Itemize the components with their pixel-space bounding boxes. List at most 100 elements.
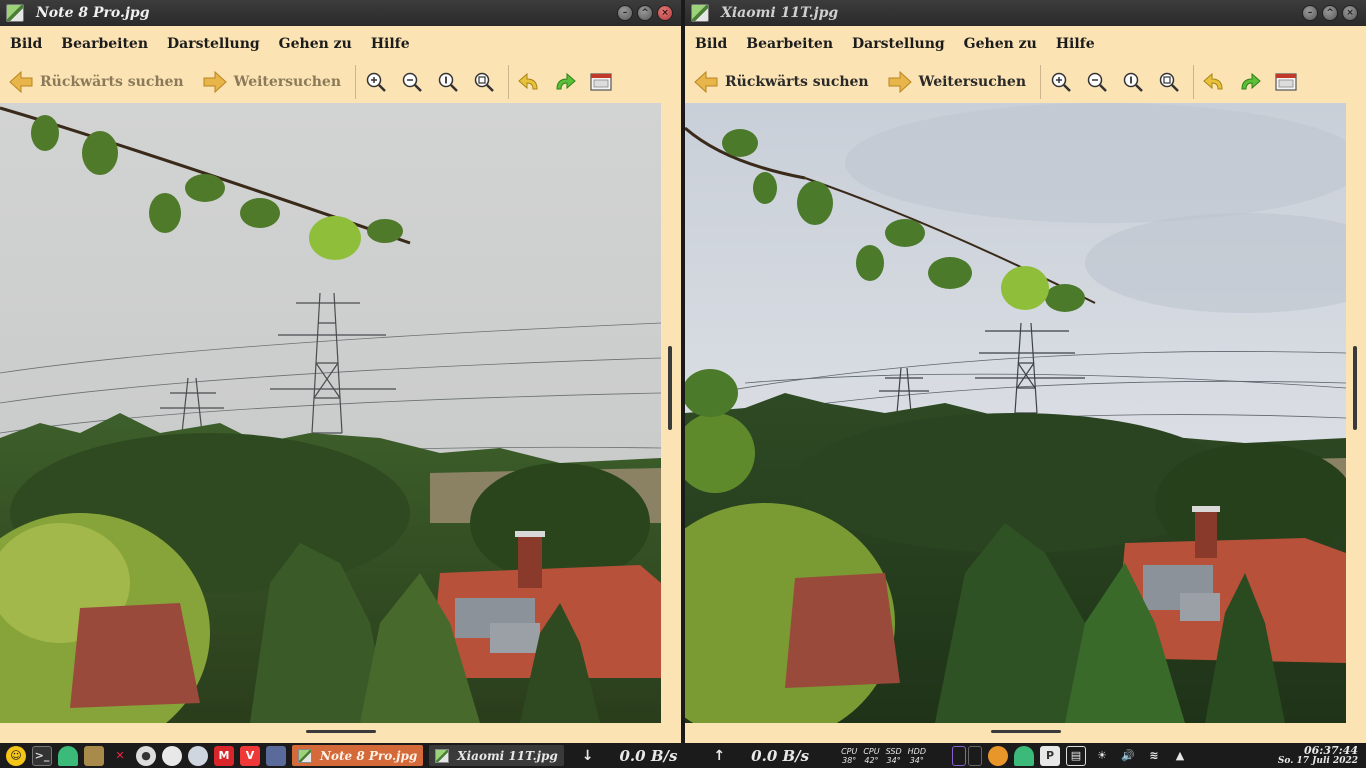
zoom-in-icon[interactable] [364, 70, 388, 94]
image-viewer-app-icon [435, 748, 450, 763]
find-next-label: Weitersuchen [233, 74, 342, 90]
find-previous-button[interactable]: Rückwärts suchen [8, 71, 184, 93]
ghost-icon[interactable] [58, 745, 78, 766]
pager-icon[interactable] [967, 745, 982, 766]
terminal-icon[interactable]: >_ [32, 745, 52, 766]
maximize-button[interactable]: ^ [637, 5, 653, 21]
image-canvas[interactable] [685, 103, 1346, 723]
wifi-icon[interactable]: ≋ [1144, 746, 1164, 766]
image-viewer-window-left: Note 8 Pro.jpg – ^ × Bild Bearbeiten Dar… [0, 0, 681, 743]
menu-hilfe[interactable]: Hilfe [1056, 36, 1095, 52]
image-viewer-app-icon[interactable] [691, 4, 709, 22]
arrow-left-icon [694, 71, 718, 93]
toolbar-separator [1040, 65, 1042, 99]
window-title: Note 8 Pro.jpg [36, 5, 150, 21]
clock[interactable]: 06:37:44 So. 17 Juli 2022 [1278, 745, 1358, 766]
find-previous-button[interactable]: Rückwärts suchen [693, 71, 869, 93]
minimize-button[interactable]: – [1302, 5, 1318, 21]
arrow-down-icon: ↓ [581, 747, 594, 764]
photo [685, 103, 1346, 723]
minimize-button[interactable]: – [617, 5, 633, 21]
image-viewer-window-right: Xiaomi 11T.jpg – ^ × Bild Bearbeiten Dar… [685, 0, 1366, 743]
arrow-left-icon [9, 71, 33, 93]
task-note8[interactable]: Note 8 Pro.jpg [292, 745, 424, 766]
arrow-right-icon [203, 71, 227, 93]
fullscreen-icon[interactable] [589, 70, 613, 94]
find-next-button[interactable]: Weitersuchen [887, 71, 1026, 93]
mail-icon[interactable]: M [214, 745, 234, 766]
zoom-in-icon[interactable] [1049, 70, 1073, 94]
menu-bearbeiten[interactable]: Bearbeiten [746, 36, 833, 52]
disc-icon[interactable]: ● [136, 745, 156, 766]
task-label: Xiaomi 11T.jpg [457, 748, 558, 763]
clock-date: So. 17 Juli 2022 [1277, 756, 1358, 766]
triangle-up-icon[interactable]: ▲ [1170, 746, 1190, 766]
menu-bild[interactable]: Bild [10, 36, 42, 52]
vertical-scrollbar[interactable] [1353, 346, 1357, 430]
sensor-cpu2: CPU 42° [863, 746, 880, 765]
battery-icon[interactable] [951, 745, 966, 766]
zoom-fit-icon[interactable] [472, 70, 496, 94]
sensor-hdd: HDD 34° [907, 746, 926, 765]
menu-hilfe[interactable]: Hilfe [371, 36, 410, 52]
toolbar: Rückwärts suchen Weitersuchen [0, 62, 681, 102]
steam-icon[interactable] [188, 745, 208, 766]
zoom-original-icon[interactable] [436, 70, 460, 94]
rotate-left-icon[interactable] [1202, 70, 1226, 94]
notes-icon[interactable]: ▤ [1065, 745, 1086, 766]
zoom-out-icon[interactable] [1085, 70, 1109, 94]
sensor-ssd: SSD 34° [885, 746, 902, 765]
net-down-monitor: ↓ 0.0 B/s [582, 747, 678, 765]
clipboard-icon[interactable]: P [1039, 745, 1060, 766]
maximize-button[interactable]: ^ [1322, 5, 1338, 21]
taskbar: ☺ >_ ✕ ● M V Note 8 Pro.jpg Xiaomi 11T.j… [0, 743, 1366, 768]
titlebar[interactable]: Note 8 Pro.jpg – ^ × [0, 0, 681, 26]
vertical-scrollbar[interactable] [668, 346, 672, 430]
menu-darstellung[interactable]: Darstellung [852, 36, 945, 52]
close-button[interactable]: × [1342, 5, 1358, 21]
menu-gehen-zu[interactable]: Gehen zu [279, 36, 352, 52]
ghost-tray-icon[interactable] [1013, 745, 1034, 766]
menubar: Bild Bearbeiten Darstellung Gehen zu Hil… [685, 26, 1366, 62]
image-canvas[interactable] [0, 103, 661, 723]
menu-bild[interactable]: Bild [695, 36, 727, 52]
rotate-right-icon[interactable] [553, 70, 577, 94]
zoom-fit-icon[interactable] [1157, 70, 1181, 94]
rotate-right-icon[interactable] [1238, 70, 1262, 94]
zoom-original-icon[interactable] [1121, 70, 1145, 94]
menu-bearbeiten[interactable]: Bearbeiten [61, 36, 148, 52]
image-viewer-app-icon[interactable] [6, 4, 24, 22]
archive-icon[interactable] [84, 745, 104, 766]
task-label: Note 8 Pro.jpg [320, 748, 418, 763]
brightness-icon[interactable]: ☀ [1092, 746, 1112, 766]
clock-time: 06:37:44 [1303, 744, 1358, 757]
menu-darstellung[interactable]: Darstellung [167, 36, 260, 52]
smiley-launcher-icon[interactable]: ☺ [6, 745, 26, 766]
cloud-icon[interactable] [162, 745, 182, 766]
volume-icon[interactable]: 🔊 [1118, 746, 1138, 766]
screenshot-icon[interactable] [266, 745, 286, 766]
toolbar-separator [508, 65, 510, 99]
window-title: Xiaomi 11T.jpg [721, 5, 839, 21]
fullscreen-icon[interactable] [1274, 70, 1298, 94]
titlebar[interactable]: Xiaomi 11T.jpg – ^ × [685, 0, 1366, 26]
net-up-monitor: ↑ 0.0 B/s [713, 747, 809, 765]
horizontal-scrollbar[interactable] [306, 730, 376, 733]
sensor-cpu1: CPU 38° [841, 746, 858, 765]
tools-icon[interactable]: ✕ [110, 746, 130, 766]
net-down-value: 0.0 B/s [619, 746, 678, 765]
weather-icon[interactable] [987, 745, 1008, 766]
find-previous-label: Rückwärts suchen [40, 74, 184, 90]
toolbar-separator [1193, 65, 1195, 99]
zoom-out-icon[interactable] [400, 70, 424, 94]
menu-gehen-zu[interactable]: Gehen zu [964, 36, 1037, 52]
vivaldi-icon[interactable]: V [240, 745, 260, 766]
find-next-button[interactable]: Weitersuchen [202, 71, 341, 93]
horizontal-scrollbar[interactable] [991, 730, 1061, 733]
close-button[interactable]: × [657, 5, 673, 21]
task-xiaomi[interactable]: Xiaomi 11T.jpg [429, 745, 564, 766]
rotate-left-icon[interactable] [517, 70, 541, 94]
image-viewer-app-icon [298, 748, 312, 763]
photo [0, 103, 661, 723]
menubar: Bild Bearbeiten Darstellung Gehen zu Hil… [0, 26, 681, 62]
